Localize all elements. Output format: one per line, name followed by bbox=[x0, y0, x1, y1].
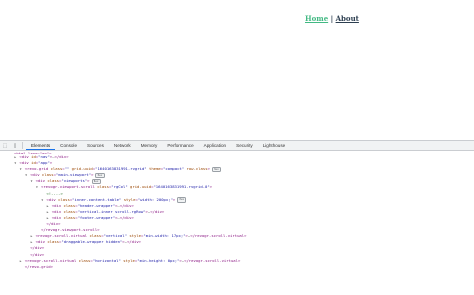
nav-link-home[interactable]: Home bbox=[305, 14, 328, 23]
dom-token-attr: class bbox=[63, 202, 76, 208]
dom-token-val: "main-viewport" bbox=[55, 172, 92, 178]
toolbar-divider bbox=[22, 142, 23, 149]
dom-token-attr: row-class bbox=[186, 166, 208, 172]
dom-token-tag: </div> bbox=[30, 251, 45, 257]
dom-token-tag: </div> bbox=[150, 208, 165, 214]
dom-tree: <html lang="en"> ▶ <div id="nav">…</div> ▼ <… bbox=[0, 151, 474, 295]
dom-token-tag: > bbox=[209, 184, 213, 190]
dom-token-attr: class bbox=[50, 166, 63, 172]
dom-token-tag: </div> bbox=[30, 245, 45, 251]
dom-token-tag: <revogr-scroll-virtual bbox=[24, 257, 79, 263]
dom-token-tag: > bbox=[172, 196, 176, 202]
dom-token-tag: <div bbox=[51, 208, 64, 214]
dom-token-val: "header-wrapper" bbox=[77, 202, 116, 208]
dom-token-attr: class bbox=[47, 178, 60, 184]
dom-token-tag: <div bbox=[19, 154, 32, 159]
dom-token-cmt: <!----> bbox=[46, 190, 63, 196]
dom-token-tag: <revogr-viewport-scroll bbox=[41, 184, 98, 190]
nav-bar: Home | About bbox=[305, 14, 359, 23]
dom-token-tag: <div bbox=[35, 239, 48, 245]
nav-link-about[interactable]: About bbox=[336, 14, 359, 23]
dom-token-val: "horizontal" bbox=[92, 257, 121, 263]
devtools-toolbar: ⬚ ▯ Elements Console Sources Network Mem… bbox=[0, 141, 474, 151]
dom-token-tag: <div bbox=[19, 160, 32, 166]
tab-application[interactable]: Application bbox=[199, 141, 231, 150]
tab-sources[interactable]: Sources bbox=[82, 141, 109, 150]
dom-token-tag: > bbox=[207, 166, 210, 172]
dom-token-tag: <revogr-scroll-virtual bbox=[35, 233, 90, 239]
tab-memory[interactable]: Memory bbox=[136, 141, 163, 150]
tab-security[interactable]: Security bbox=[231, 141, 258, 150]
app-viewport: Home | About bbox=[0, 0, 474, 140]
dom-token-val: "footer-wrapper" bbox=[77, 214, 116, 220]
dom-token-attr: class bbox=[41, 172, 54, 178]
dom-token-attr: style bbox=[123, 257, 135, 263]
dom-token-val: "vertical-inner scroll-rgRow" bbox=[77, 208, 146, 214]
dom-token-tag: <div bbox=[30, 172, 42, 178]
dom-token-attr: class bbox=[78, 257, 91, 263]
dom-node-row[interactable]: </revo-grid> bbox=[0, 264, 474, 270]
dom-token-attr: style bbox=[129, 233, 142, 239]
dom-token-attr: class bbox=[63, 208, 76, 214]
dom-token-val: "min-height: 0px;" bbox=[137, 257, 180, 263]
dom-token-tag: </div> bbox=[54, 154, 69, 159]
dom-token-tag: > bbox=[91, 172, 94, 178]
dom-token-tag: </revogr-scroll-virtual> bbox=[184, 257, 241, 263]
dom-token-attr: style bbox=[123, 196, 136, 202]
dom-token-tag: </revo-grid> bbox=[24, 263, 53, 269]
devtools-panel: ⬚ ▯ Elements Console Sources Network Mem… bbox=[0, 140, 474, 295]
dom-token-tag: </div> bbox=[46, 221, 61, 227]
tab-elements[interactable]: Elements bbox=[26, 141, 56, 150]
dom-token-val: "nav" bbox=[38, 154, 50, 159]
dom-token-val: "min-width: 17px;" bbox=[143, 233, 186, 239]
dom-token-tag: > bbox=[87, 178, 90, 184]
dom-token-tag: </revogr-scroll-virtual> bbox=[190, 233, 247, 239]
dom-token-val: "draggable-wrapper hidden" bbox=[61, 239, 123, 245]
dom-token-attr: class bbox=[63, 214, 76, 220]
tab-lighthouse[interactable]: Lighthouse bbox=[258, 141, 290, 150]
dom-token-tag: > bbox=[49, 160, 53, 166]
dom-token-val: "width: 200px;" bbox=[137, 196, 173, 202]
dom-token-attr: class bbox=[58, 196, 70, 202]
tab-network[interactable]: Network bbox=[109, 141, 136, 150]
tab-console[interactable]: Console bbox=[55, 141, 82, 150]
dom-token-attr: class bbox=[89, 233, 102, 239]
dom-token-tag: <div bbox=[46, 196, 59, 202]
dom-token-tag: </div> bbox=[119, 202, 134, 208]
dom-token-tag: <div bbox=[51, 214, 64, 220]
nav-separator: | bbox=[330, 14, 334, 23]
dom-token-val: "inner-content-table" bbox=[72, 196, 122, 202]
device-toolbar-icon[interactable]: ▯ bbox=[10, 141, 20, 150]
dom-token-attr: grid-uuid bbox=[130, 184, 152, 190]
dom-token-attr: class bbox=[97, 184, 109, 190]
inspect-element-icon[interactable]: ⬚ bbox=[0, 141, 10, 150]
dom-token-attr: class bbox=[47, 239, 60, 245]
dom-token-tag: </div> bbox=[119, 214, 134, 220]
dom-token-val: "rgCol" bbox=[111, 184, 128, 190]
dom-token-val: "compact" bbox=[163, 166, 185, 172]
dom-token-val: "1640163831991-rvgrid" bbox=[95, 166, 147, 172]
dom-token-val: "app" bbox=[38, 160, 50, 166]
dom-token-val: "viewports" bbox=[61, 178, 88, 184]
dom-token-tag: </revogr-viewport-scroll> bbox=[41, 227, 100, 233]
dom-token-tag: <div bbox=[51, 202, 64, 208]
dom-token-attr: theme bbox=[149, 166, 161, 172]
dom-token-val: "vertical" bbox=[103, 233, 127, 239]
dom-token-attr: grid-uuid bbox=[71, 166, 93, 172]
tab-performance[interactable]: Performance bbox=[162, 141, 198, 150]
dom-token-tag: <revo-grid bbox=[24, 166, 51, 172]
dom-token-tag: <div bbox=[35, 178, 48, 184]
dom-token-tag: </div> bbox=[126, 239, 142, 245]
dom-token-val: "1640163831991-rvgrid-0" bbox=[153, 184, 210, 190]
